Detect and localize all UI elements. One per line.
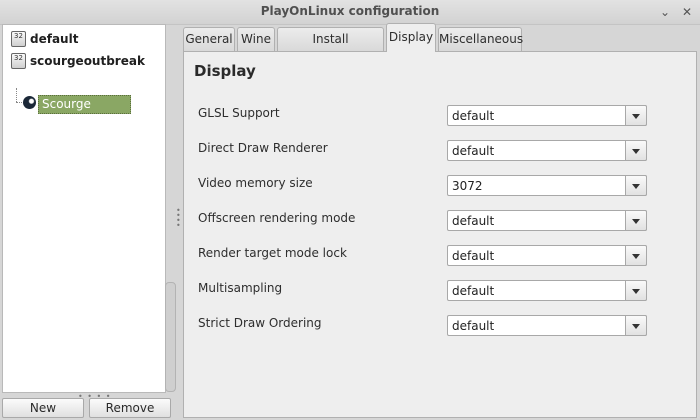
chevron-down-icon	[632, 289, 640, 294]
dropdown-button[interactable]	[625, 210, 647, 231]
chevron-down-icon	[632, 114, 640, 119]
select-value: default	[452, 144, 495, 158]
tab-display[interactable]: Display	[386, 23, 436, 52]
glsl-support-label: GLSL Support	[198, 106, 280, 120]
direct-draw-renderer-select[interactable]: default	[447, 140, 647, 161]
render-target-mode-lock-label: Render target mode lock	[198, 246, 347, 260]
multisampling-select[interactable]: default	[447, 280, 647, 301]
chevron-down-icon	[632, 184, 640, 189]
video-memory-size-label: Video memory size	[198, 176, 313, 190]
glsl-support-select[interactable]: default	[447, 105, 647, 126]
window-title: PlayOnLinux configuration	[260, 4, 440, 18]
chevron-down-icon	[632, 324, 640, 329]
offscreen-rendering-mode-select[interactable]: default	[447, 210, 647, 231]
tree-item-default[interactable]: 32 default	[11, 31, 78, 49]
title-bar: PlayOnLinux configuration ⌄ ✕	[0, 0, 700, 25]
tab-general[interactable]: General	[183, 27, 235, 51]
tree-item-scourgeoutbreak[interactable]: 32 scourgeoutbreak	[11, 53, 145, 71]
wine-32bit-icon: 32	[11, 53, 26, 69]
remove-button[interactable]: Remove	[89, 398, 171, 418]
dropdown-button[interactable]	[625, 105, 647, 126]
tab-wine[interactable]: Wine	[237, 27, 275, 51]
video-memory-size-select[interactable]: 3072	[447, 175, 647, 196]
prefix-tree: 32 default 32 scourgeoutbreak Scourge Outb…	[2, 24, 166, 393]
new-button[interactable]: New	[2, 398, 84, 418]
select-value: default	[452, 249, 495, 263]
close-icon[interactable]: ✕	[678, 3, 696, 21]
dropdown-button[interactable]	[625, 280, 647, 301]
dropdown-button[interactable]	[625, 315, 647, 336]
splitter-handle[interactable]: • • • •	[176, 207, 181, 230]
tree-item-label: default	[30, 32, 79, 46]
select-value: default	[452, 109, 495, 123]
dropdown-button[interactable]	[625, 140, 647, 161]
wine-32bit-icon: 32	[11, 31, 26, 47]
strict-draw-ordering-label: Strict Draw Ordering	[198, 316, 322, 330]
panel-title: Display	[194, 62, 256, 80]
direct-draw-renderer-label: Direct Draw Renderer	[198, 141, 328, 155]
select-value: default	[452, 214, 495, 228]
config-window: PlayOnLinux configuration ⌄ ✕ 32 default …	[0, 0, 700, 420]
tree-scrollbar[interactable]	[165, 282, 176, 392]
select-value: default	[452, 319, 495, 333]
minimize-icon[interactable]: ⌄	[656, 3, 674, 21]
chevron-down-icon	[632, 219, 640, 224]
chevron-down-icon	[632, 149, 640, 154]
tree-item-scourge-outbreak[interactable]: Scourge Outbreak	[38, 95, 131, 128]
tab-install-components[interactable]: Install components	[277, 27, 384, 68]
chevron-down-icon	[632, 254, 640, 259]
strict-draw-ordering-select[interactable]: default	[447, 315, 647, 336]
steam-icon	[23, 96, 36, 109]
select-value: 3072	[452, 179, 483, 193]
multisampling-label: Multisampling	[198, 281, 283, 295]
display-settings-panel: Display GLSL Support default Direct Draw…	[183, 51, 697, 418]
offscreen-rendering-mode-label: Offscreen rendering mode	[198, 211, 356, 225]
tab-miscellaneous[interactable]: Miscellaneous	[438, 27, 523, 51]
tree-item-label: scourgeoutbreak	[30, 54, 145, 68]
tree-connector	[16, 102, 22, 103]
dropdown-button[interactable]	[625, 245, 647, 266]
tree-connector	[16, 88, 17, 102]
dropdown-button[interactable]	[625, 175, 647, 196]
select-value: default	[452, 284, 495, 298]
render-target-mode-lock-select[interactable]: default	[447, 245, 647, 266]
